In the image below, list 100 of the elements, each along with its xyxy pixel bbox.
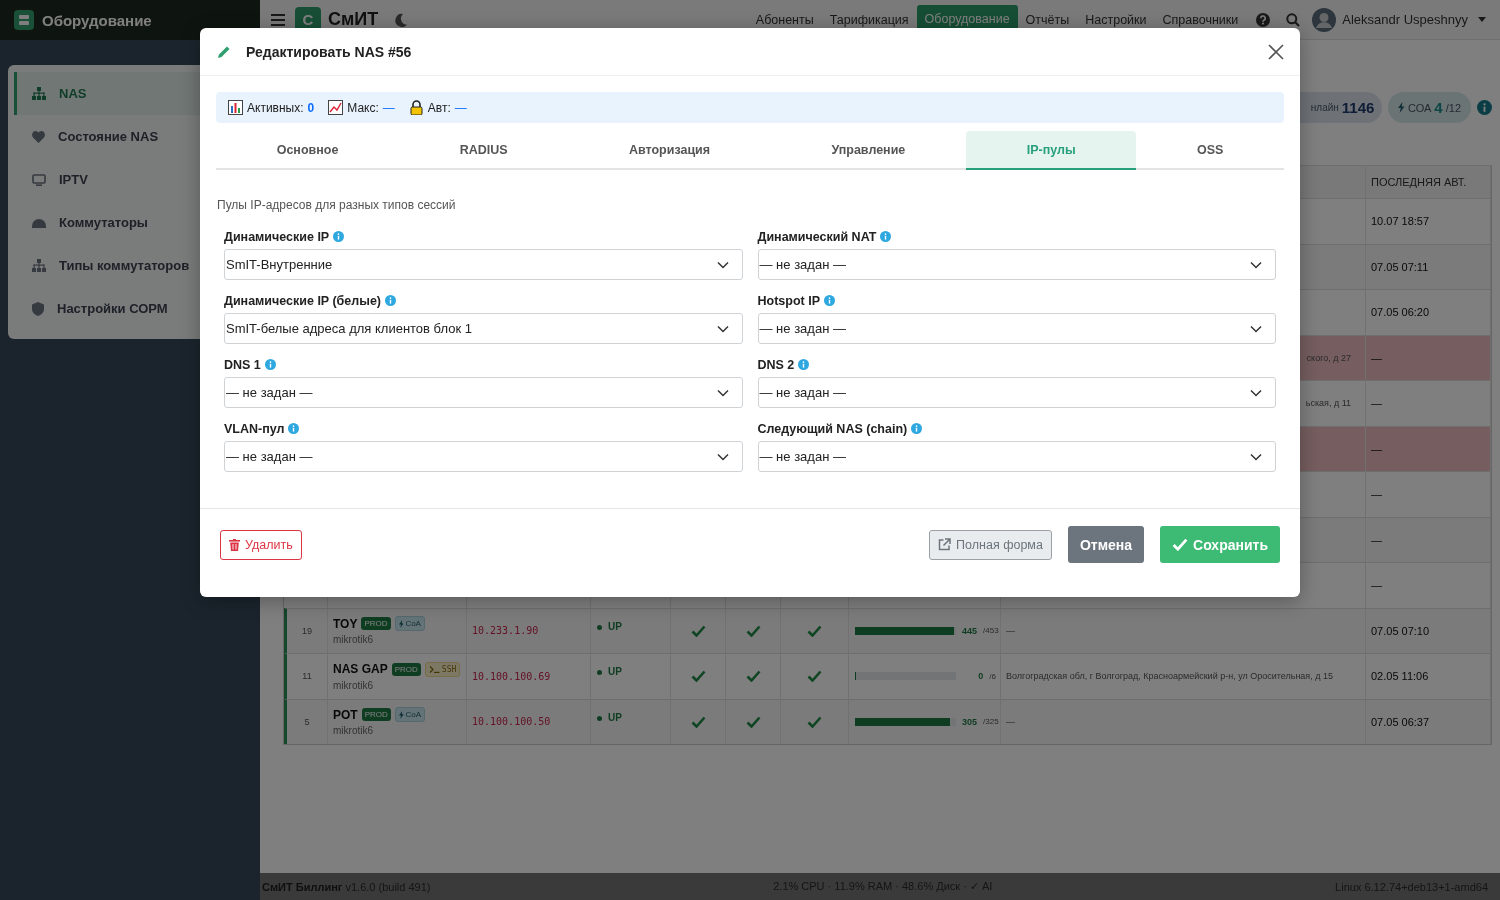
select-field[interactable]: SmIT-Внутренние: [224, 249, 743, 280]
info-icon: [385, 295, 396, 306]
external-link-icon: [938, 538, 952, 551]
ip-address: 10.100.100.69: [471, 670, 551, 682]
bolt-icon: [1398, 102, 1405, 113]
field-label: Динамический NAT: [757, 229, 877, 244]
user-name[interactable]: Aleksandr Uspeshnyy: [1342, 12, 1468, 27]
status-label: UP: [608, 620, 622, 632]
tag: PROD: [361, 708, 391, 722]
field-label: Динамические IP (белые): [224, 293, 381, 308]
session-count: 0: [978, 671, 984, 682]
ip-address: 10.233.1.90: [471, 625, 539, 637]
nas-name: TOY: [333, 616, 358, 631]
stat-label: Авт:: [427, 100, 451, 115]
bar-chart-icon: [228, 100, 243, 115]
monitor-icon: [32, 173, 46, 186]
table-cell: —: [1366, 425, 1491, 471]
status-label: UP: [608, 666, 622, 677]
sidebar-title: Оборудование: [42, 11, 152, 29]
cancel-button[interactable]: Отмена: [1067, 526, 1145, 563]
field-label: Следующий NAS (chain): [757, 421, 908, 436]
tag: CoA: [394, 707, 426, 723]
chevron-icon: [716, 452, 729, 461]
close-icon: [1268, 43, 1284, 60]
info-icon: [824, 295, 835, 306]
tab[interactable]: IP-пулы: [966, 131, 1137, 170]
select-field[interactable]: — не задан —: [757, 249, 1276, 280]
chevron-icon: [1250, 388, 1262, 397]
info-icon: [911, 423, 923, 434]
delete-button[interactable]: Удалить: [220, 529, 302, 560]
session-count: 445: [962, 625, 978, 636]
tab[interactable]: RADIUS: [399, 131, 569, 170]
model-label: mikrotik6: [333, 725, 373, 737]
tag: PROD: [391, 662, 421, 676]
caret-icon: [1478, 17, 1486, 22]
chevron-icon: [1250, 452, 1262, 461]
table-cell: 11: [284, 653, 328, 699]
select-field[interactable]: — не задан —: [757, 377, 1276, 408]
save-button[interactable]: Сохранить: [1160, 526, 1280, 563]
tab[interactable]: Основное: [216, 131, 400, 170]
check-icon: [1172, 538, 1189, 551]
info-icon: [264, 359, 276, 370]
table-cell: —: [1366, 516, 1491, 562]
shield-icon: [32, 301, 44, 316]
app-icon: [14, 10, 34, 30]
select-field[interactable]: SmIT-белые адреса для клиентов блок 1: [224, 313, 743, 344]
terminal-icon: [428, 665, 440, 673]
chevron-icon: [716, 260, 729, 269]
table-cell: 07.05 06:37: [1366, 698, 1491, 744]
modal-title: Редактировать NAS #56: [246, 43, 412, 60]
session-total: /6: [989, 671, 996, 681]
chevron-icon: [1250, 260, 1262, 269]
stat-value: —: [382, 100, 395, 115]
select-field[interactable]: — не задан —: [224, 377, 743, 408]
select-field[interactable]: — не задан —: [757, 441, 1276, 472]
stat-value: 0: [307, 100, 315, 115]
table-cell: —: [1366, 334, 1491, 380]
table-cell: 19: [284, 607, 328, 653]
chevron-icon: [716, 388, 729, 397]
field-label: DNS 1: [224, 357, 261, 372]
sitemap-icon: [32, 259, 46, 272]
lock-icon: [408, 100, 424, 115]
select-field[interactable]: — не задан —: [224, 441, 743, 472]
model-label: mikrotik6: [333, 679, 373, 691]
tab[interactable]: Управление: [770, 131, 966, 170]
tag: CoA: [394, 616, 425, 632]
bolt-icon: [398, 710, 404, 719]
nas-name: NAS GAP: [333, 662, 388, 677]
chevron-icon: [716, 324, 729, 333]
info-icon: [333, 231, 345, 242]
session-total: /325: [983, 717, 999, 727]
tab[interactable]: Авторизация: [568, 131, 771, 170]
status-label: UP: [608, 711, 622, 723]
info-icon: [1477, 100, 1492, 115]
cloud-icon: [32, 217, 46, 228]
table-cell: 10.07 18:57: [1366, 198, 1491, 244]
session-count: 305: [962, 716, 978, 727]
stat-label: Макс:: [347, 100, 379, 115]
heart-icon: [32, 130, 45, 143]
sitemap-icon: [32, 87, 46, 100]
avatar-icon: [1312, 7, 1337, 32]
table-cell: —: [1366, 562, 1491, 608]
field-label: DNS 2: [757, 357, 795, 372]
tab[interactable]: OSS: [1136, 131, 1284, 170]
field-label: Hotspot IP: [757, 293, 820, 308]
brand-name: СмИТ: [328, 9, 379, 30]
tag: PROD: [361, 617, 391, 631]
table-cell: —: [1366, 380, 1491, 426]
table-cell: 07.05 07:10: [1366, 607, 1491, 653]
chevron-icon: [1250, 324, 1262, 333]
select-field[interactable]: — не задан —: [757, 313, 1276, 344]
full-form-button[interactable]: Полная форма: [929, 529, 1052, 560]
address-text: —: [1006, 625, 1015, 636]
info-icon: [798, 359, 810, 370]
coa-badge: СОА 4 /12: [1388, 92, 1471, 123]
table-cell: —: [1366, 471, 1491, 517]
field-label: Динамические IP: [224, 229, 330, 244]
nas-name: POT: [333, 707, 358, 722]
trash-icon: [229, 538, 240, 551]
session-total: /453: [983, 626, 999, 636]
